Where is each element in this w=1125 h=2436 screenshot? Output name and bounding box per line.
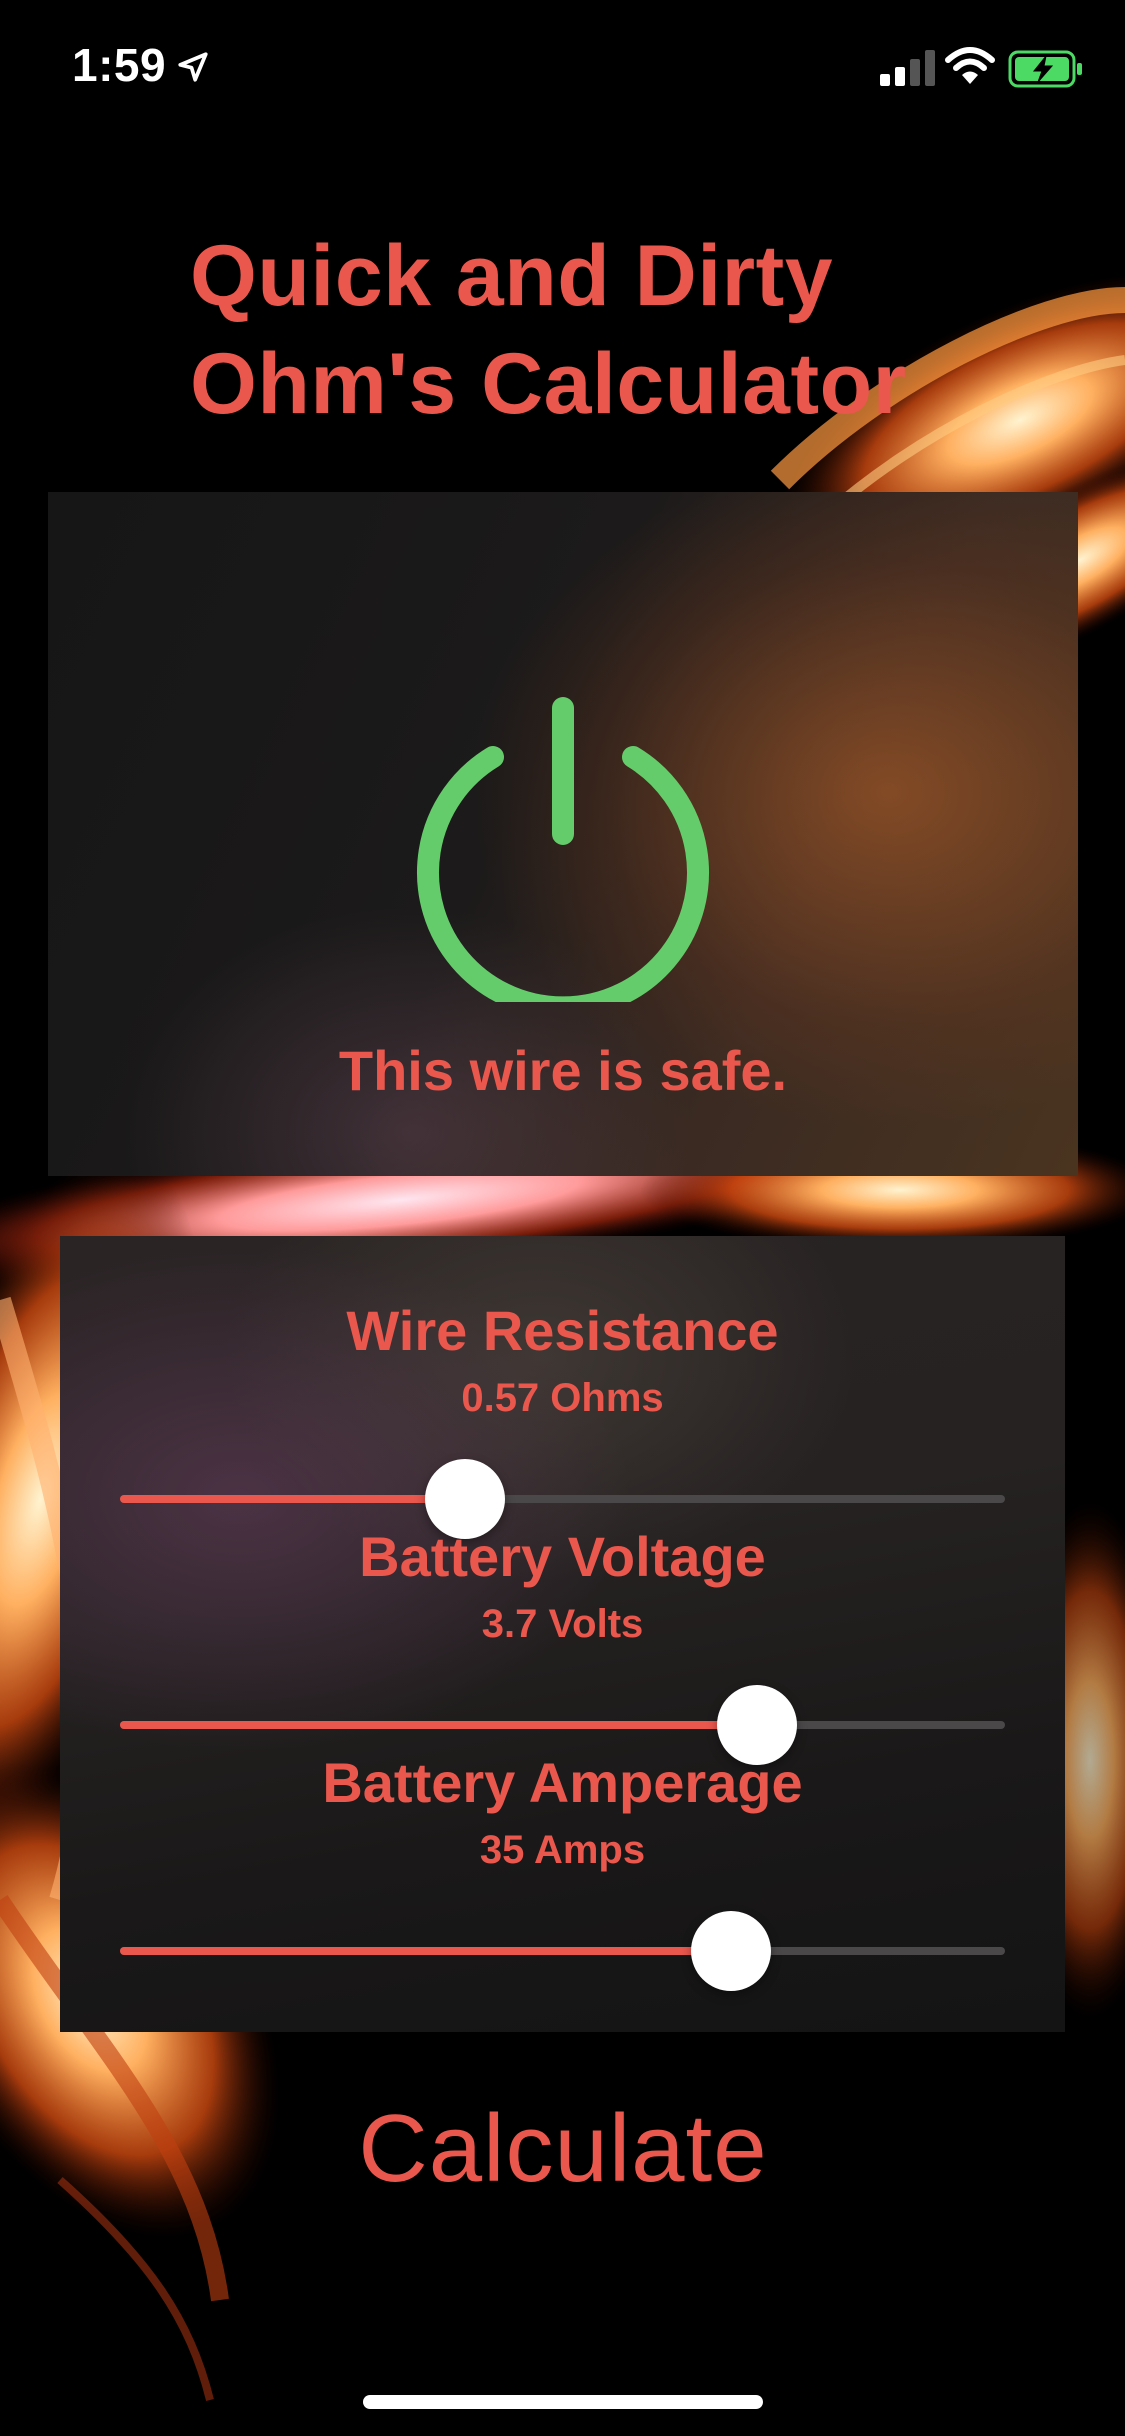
wire-resistance-value: 0.57 Ohms [461,1376,664,1420]
slider-thumb[interactable] [690,1911,771,1991]
safety-message: This wire is safe. [338,1039,788,1102]
battery-amperage-slider[interactable] [120,1910,1005,1991]
slider-fill [120,1721,758,1729]
title-line-2: Ohm's Calculator [190,336,907,432]
battery-charging-icon [1008,50,1084,93]
slider-fill [120,1947,731,1955]
title-line-1: Quick and Dirty [190,228,834,324]
controls-panel: Wire Resistance 0.57 Ohms Battery Voltag… [60,1236,1065,2032]
location-arrow-icon [176,50,210,89]
slider-fill [120,1495,466,1503]
power-icon [408,692,718,1019]
cellular-signal-icon [880,50,936,91]
status-panel: This wire is safe. [48,492,1078,1176]
status-time: 1:59 [72,39,167,91]
battery-amperage-value: 35 Amps [479,1828,646,1872]
battery-voltage-label: Battery Voltage [359,1525,766,1588]
battery-voltage-value: 3.7 Volts [481,1602,644,1646]
wifi-icon [945,46,995,91]
wire-resistance-label: Wire Resistance [346,1299,779,1362]
calculate-button[interactable]: Calculate [356,2064,770,2234]
battery-amperage-label: Battery Amperage [322,1751,803,1814]
page-title: Quick and Dirty Ohm's Calculator [190,222,1090,438]
status-bar: 1:59 [0,0,1125,140]
home-indicator[interactable] [363,2395,763,2409]
